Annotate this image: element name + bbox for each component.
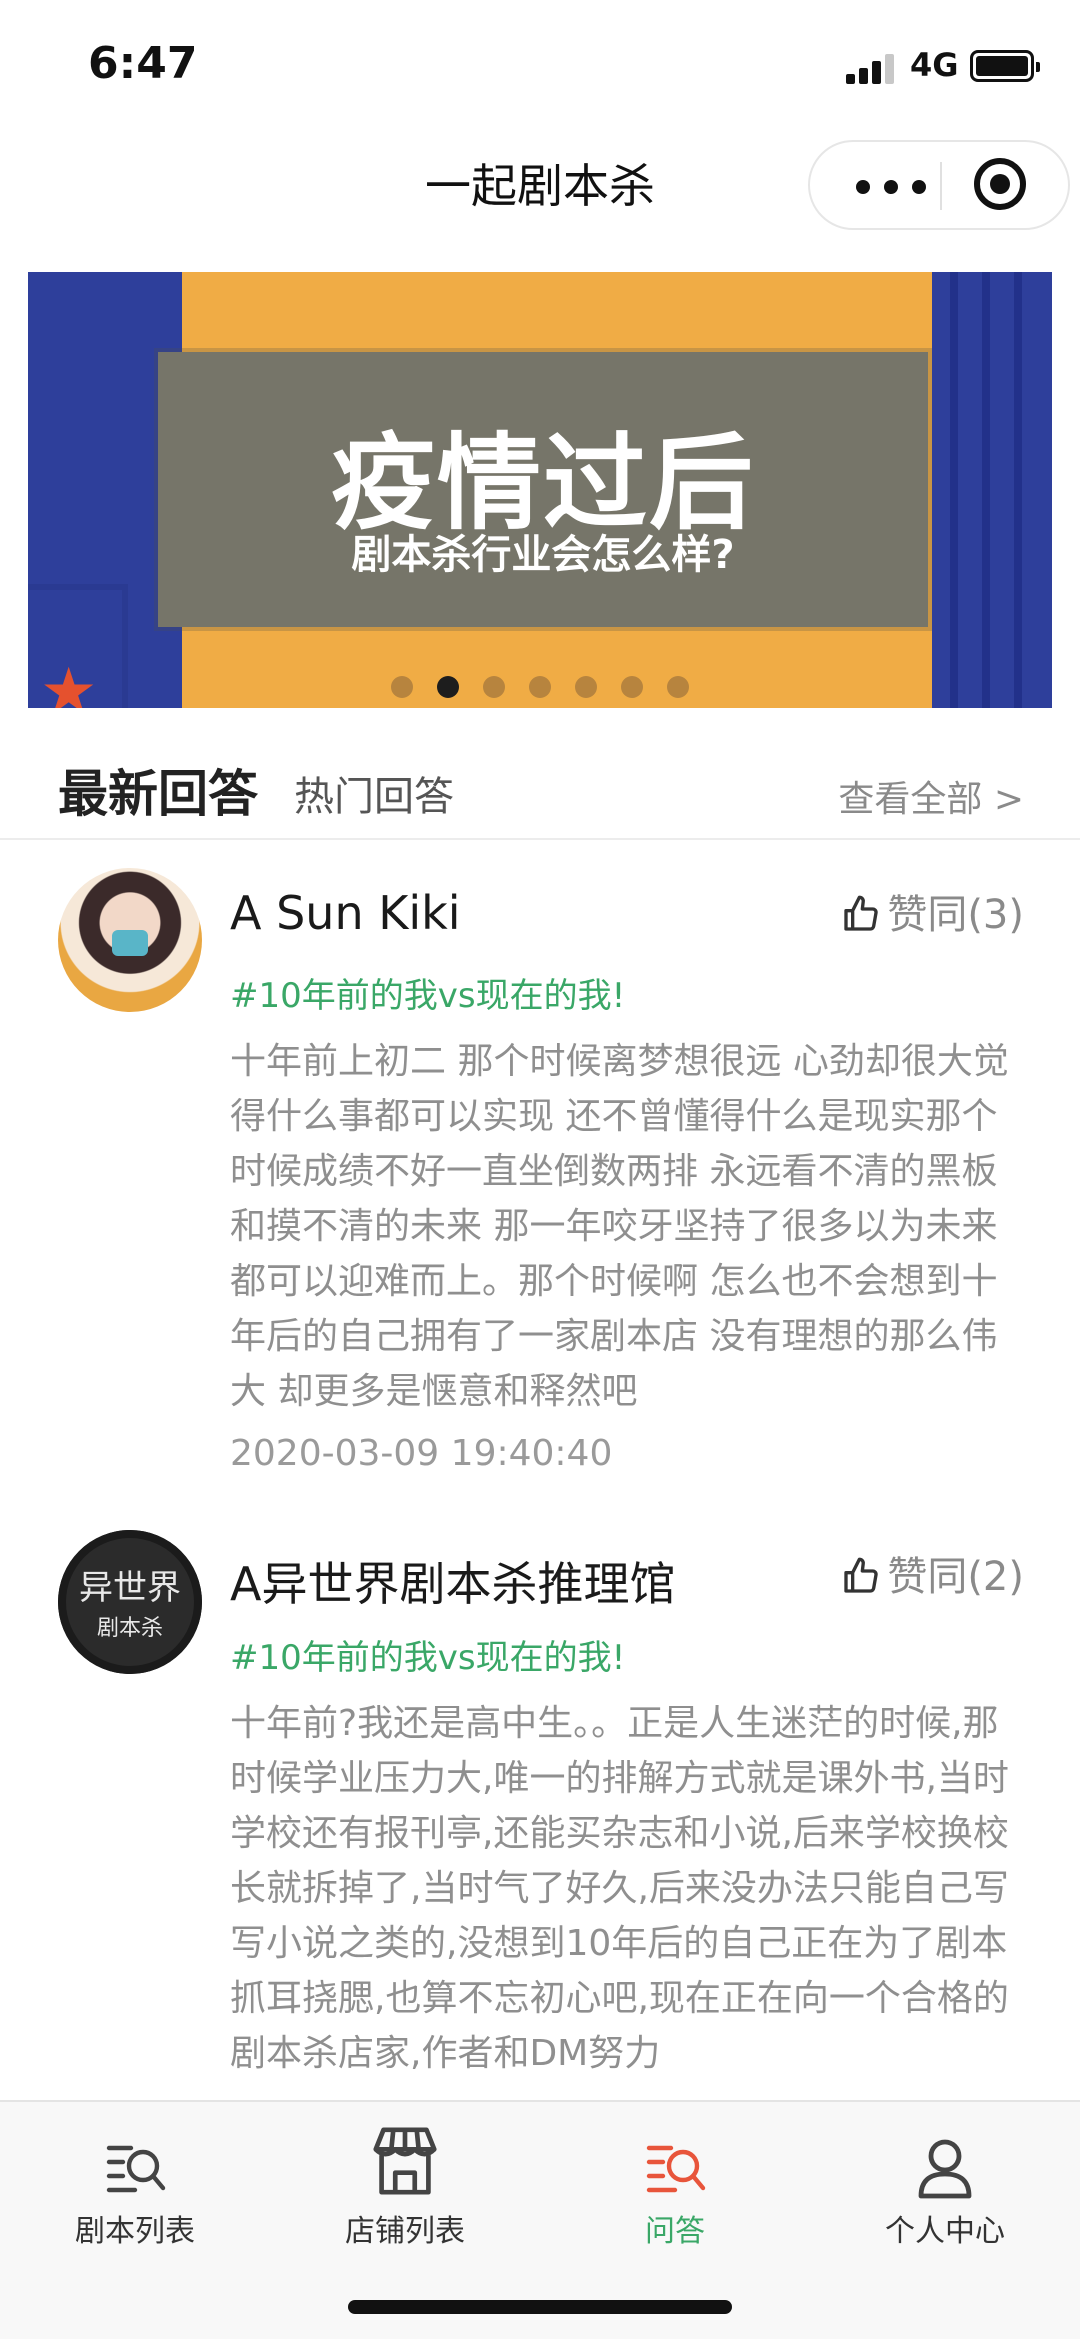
answer-content[interactable]: 十年前?我还是高中生。。正是人生迷茫的时候,那时候学业压力大,唯一的排解方式就是…: [230, 1696, 1030, 2081]
avatar[interactable]: [58, 868, 202, 1012]
network-type: 4G: [910, 46, 959, 84]
answer-date: 2020-03-09 19:40:40: [230, 1433, 613, 1474]
banner-stripe: [950, 272, 958, 708]
like-count-label: 赞同(2): [887, 1554, 1024, 1600]
store-icon: [373, 2127, 437, 2195]
topic-tag[interactable]: #10年前的我vs现在的我!: [230, 968, 625, 1017]
like-count-label: 赞同(3): [887, 892, 1024, 938]
banner-subline: 剧本杀行业会怎么样?: [351, 532, 735, 578]
person-icon: [918, 2139, 972, 2199]
home-indicator[interactable]: [348, 2300, 732, 2314]
qa-icon: [646, 2145, 706, 2193]
status-bar: 6:47 4G: [0, 0, 1080, 120]
signal-icon: [846, 52, 896, 84]
tab-latest-answers[interactable]: 最新回答: [58, 754, 258, 826]
script-list-icon: [106, 2145, 166, 2193]
carousel-dot[interactable]: [575, 676, 597, 698]
mini-program-capsule: [808, 140, 1070, 230]
banner-stripe: [982, 272, 990, 708]
close-target-icon[interactable]: [974, 158, 1026, 210]
avatar[interactable]: 异世界 剧本杀: [58, 1530, 202, 1674]
carousel-dot[interactable]: [667, 676, 689, 698]
tab-label: 问答: [645, 2214, 705, 2249]
tab-profile[interactable]: 个人中心: [810, 2116, 1080, 2250]
tab-hot-answers[interactable]: 热门回答: [294, 764, 454, 822]
capsule-divider: [940, 162, 942, 210]
answers-section-header: 最新回答 热门回答 查看全部 >: [0, 740, 1080, 840]
carousel-dot[interactable]: [529, 676, 551, 698]
carousel-dot[interactable]: [621, 676, 643, 698]
tab-store-list[interactable]: 店铺列表: [270, 2116, 540, 2250]
like-button[interactable]: 赞同(3): [841, 882, 1024, 940]
avatar-text: 异世界: [79, 1568, 181, 1608]
topic-tag[interactable]: #10年前的我vs现在的我!: [230, 1630, 625, 1679]
carousel-dot[interactable]: [483, 676, 505, 698]
status-time: 6:47: [88, 38, 198, 89]
carousel-dot-active[interactable]: [437, 676, 459, 698]
tab-label: 剧本列表: [75, 2214, 195, 2249]
banner-stripe: [1014, 272, 1022, 708]
avatar-text: 剧本杀: [96, 1616, 163, 1641]
tab-label: 店铺列表: [345, 2214, 465, 2249]
tab-script-list[interactable]: 剧本列表: [0, 2116, 270, 2250]
more-menu-icon[interactable]: [848, 162, 938, 210]
author-name[interactable]: A Sun Kiki: [230, 886, 461, 940]
like-button[interactable]: 赞同(2): [841, 1544, 1024, 1602]
carousel-dot[interactable]: [391, 676, 413, 698]
thumbs-up-icon: [844, 1557, 878, 1593]
view-all-link[interactable]: 查看全部 >: [838, 770, 1024, 822]
battery-icon: [970, 50, 1040, 82]
tab-label: 个人中心: [885, 2214, 1005, 2249]
tab-qa[interactable]: 问答: [540, 2116, 810, 2250]
answer-content[interactable]: 十年前上初二 那个时候离梦想很远 心劲却很大觉得什么事都可以实现 还不曾懂得什么…: [230, 1034, 1030, 1419]
author-name[interactable]: A异世界剧本杀推理馆: [230, 1548, 675, 1614]
thumbs-up-icon: [844, 895, 878, 931]
carousel-indicator: [28, 676, 1052, 698]
banner-carousel[interactable]: ★ 疫情过后 剧本杀行业会怎么样?: [28, 272, 1052, 708]
